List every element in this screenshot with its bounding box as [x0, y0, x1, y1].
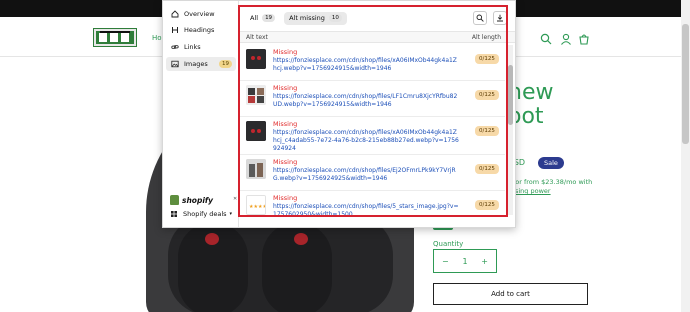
shopify-wordmark: shopify — [182, 195, 214, 205]
images-count-badge: 19 — [219, 60, 232, 68]
chevron-down-icon: ▾ — [229, 211, 233, 217]
sale-badge: Sale — [538, 157, 564, 169]
quantity-label: Quantity — [433, 240, 464, 248]
nav-link-home[interactable]: Ho — [152, 34, 162, 42]
heading-icon — [172, 27, 178, 33]
highlight-frame — [238, 5, 508, 217]
link-icon — [171, 45, 179, 49]
product-glow — [205, 233, 219, 245]
close-icon[interactable]: ✕ — [233, 196, 237, 202]
product-glow — [294, 233, 308, 245]
sidebar-item-images[interactable]: Images 19 — [166, 57, 236, 71]
quantity-stepper[interactable]: − 1 + — [433, 249, 497, 273]
store-logo[interactable] — [93, 28, 137, 47]
grid-icon — [171, 211, 177, 217]
home-icon — [171, 10, 179, 18]
sidebar-item-headings[interactable]: Headings — [166, 23, 236, 37]
search-icon[interactable] — [540, 33, 552, 45]
sidebar-item-label: Links — [184, 43, 201, 51]
add-to-cart-button[interactable]: Add to cart — [433, 283, 588, 305]
sidebar-item-label: Images — [184, 60, 208, 68]
account-icon[interactable] — [560, 33, 572, 45]
quantity-value: 1 — [462, 256, 468, 266]
list-scrollbar-thumb[interactable] — [508, 65, 513, 125]
shopify-logo: shopify — [170, 195, 213, 205]
installment-link[interactable]: asing power — [511, 187, 551, 195]
image-icon — [171, 60, 179, 68]
shopify-bag-icon — [170, 195, 179, 205]
shopify-deals-button[interactable]: Shopify deals ▾ — [170, 210, 232, 218]
sidebar-item-label: Headings — [184, 26, 215, 34]
quantity-plus-button[interactable]: + — [481, 257, 488, 266]
cart-icon[interactable] — [578, 33, 590, 45]
quantity-minus-button[interactable]: − — [442, 257, 449, 266]
panel-sidebar: Overview Headings Links Images 19 shopif… — [163, 1, 239, 227]
installment-text: ; or from $23.38/mo with — [511, 178, 593, 186]
sidebar-item-links[interactable]: Links — [166, 40, 236, 54]
sidebar-item-overview[interactable]: Overview — [166, 7, 236, 21]
sidebar-item-label: Overview — [184, 10, 215, 18]
shopify-deals-label: Shopify deals — [183, 210, 227, 218]
page-scrollbar-thumb[interactable] — [682, 24, 689, 144]
seo-audit-panel: Overview Headings Links Images 19 shopif… — [162, 0, 516, 228]
